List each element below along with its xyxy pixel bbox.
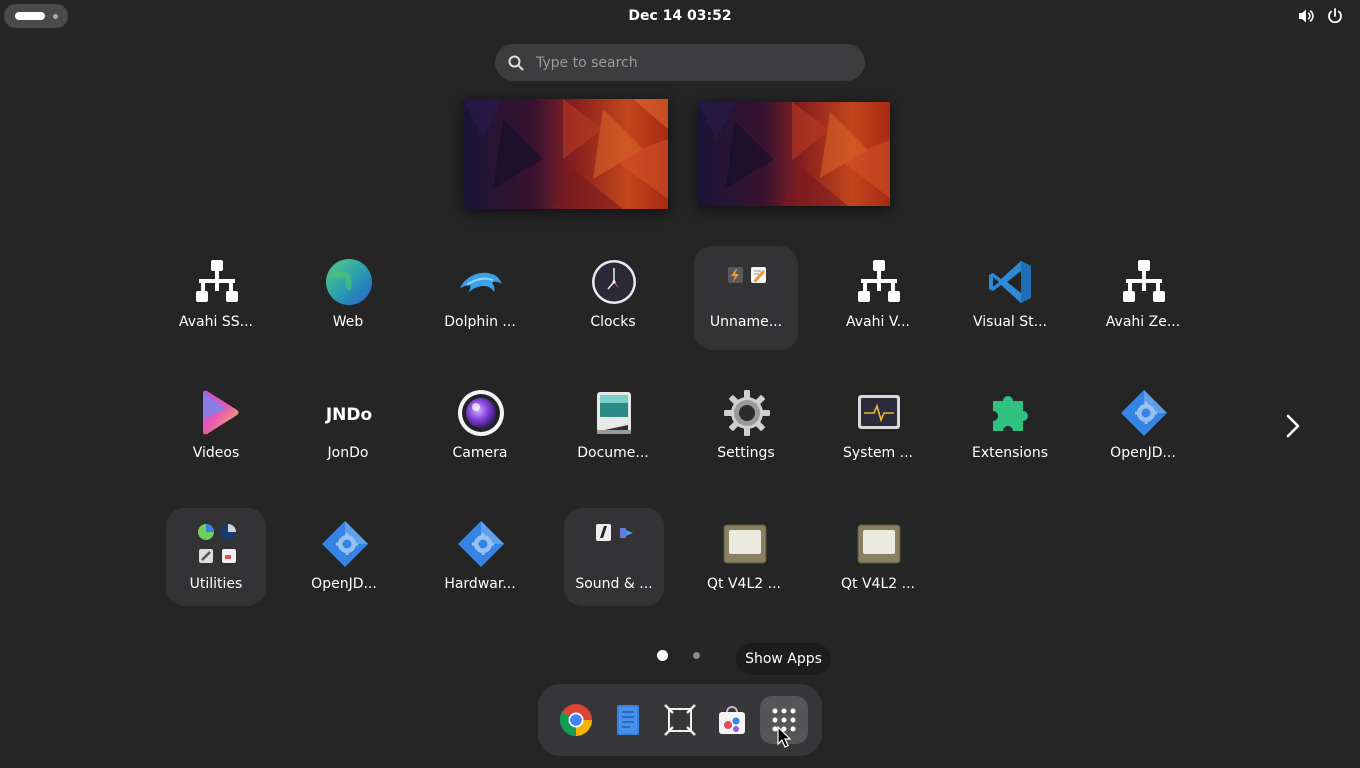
network-icon [193,258,241,306]
system-monitor-icon [855,389,903,437]
app-label: Docume... [577,445,649,461]
web-globe-icon [325,258,373,306]
openjdk-icon [1120,389,1168,437]
app-avahi-zeroconf[interactable]: Avahi Ze... [1091,246,1195,350]
app-avahi-vnc[interactable]: Avahi V... [826,246,930,350]
app-document-scanner[interactable]: Docume... [561,377,665,481]
app-label: Extensions [971,445,1049,461]
app-label: Dolphin ... [444,314,516,330]
page-dot-1[interactable] [657,650,668,661]
clock[interactable]: Dec 14 03:52 [0,6,1360,26]
hardware-icon [457,520,505,568]
app-label: OpenJD... [1110,445,1176,461]
power-icon[interactable] [1326,7,1344,25]
app-label: Sound & ... [575,576,653,592]
show-apps-tooltip: Show Apps [736,643,831,675]
chrome-icon [559,704,592,736]
app-camera[interactable]: Camera [428,377,532,481]
app-clocks[interactable]: Clocks [561,246,665,350]
search-input[interactable] [536,44,846,81]
search-icon [507,54,525,72]
camera-icon [457,389,505,437]
openjdk-icon [321,520,369,568]
app-label: OpenJD... [311,576,377,592]
app-settings[interactable]: Settings [694,377,798,481]
app-avahi-ssh[interactable]: Avahi SS... [164,246,268,350]
videos-icon [193,389,241,437]
app-label: Qt V4L2 ... [707,576,781,592]
app-label: Avahi SS... [179,314,253,330]
jondo-icon: JNDo [325,389,373,437]
folder-icon [193,520,241,568]
app-label: Videos [192,445,240,461]
app-label: Qt V4L2 ... [841,576,915,592]
folder-utilities[interactable]: Utilities [166,508,266,606]
qt-v4l2-icon [721,520,769,568]
app-label: Hardwar... [444,576,516,592]
app-label: Avahi V... [846,314,910,330]
folder-sound-video[interactable]: Sound & ... [564,508,664,606]
network-icon [855,258,903,306]
text-editor-icon [617,705,639,735]
app-label: System ... [842,445,913,461]
app-hardware[interactable]: Hardwar... [428,508,532,612]
network-icon [1120,258,1168,306]
app-web[interactable]: Web [296,246,400,350]
jondo-logo-text: JNDo [325,405,372,425]
app-label: JonDo [327,445,369,461]
workspace-thumbnail-2[interactable] [698,102,890,206]
folder-icon [723,258,771,306]
app-extensions[interactable]: Extensions [958,377,1062,481]
app-openjdk-2[interactable]: OpenJD... [292,508,396,612]
page-dot-2[interactable] [693,652,700,659]
app-label: Avahi Ze... [1105,314,1181,330]
dolphin-icon [457,258,505,306]
app-label: Utilities [189,576,243,592]
app-openjdk[interactable]: OpenJD... [1091,377,1195,481]
qt-v4l2-icon [855,520,903,568]
app-system-monitor[interactable]: System ... [826,377,930,481]
volume-icon[interactable] [1297,7,1315,25]
app-jondo[interactable]: JNDo JonDo [296,377,400,481]
software-store-icon [719,706,745,734]
app-qt-v4l2-test-1[interactable]: Qt V4L2 ... [692,508,796,612]
app-label: Web [332,314,364,330]
dock-chrome[interactable] [552,696,600,744]
dock-text-editor[interactable] [604,696,652,744]
folder-icon [591,520,639,568]
app-label: Visual St... [973,314,1047,330]
dock-software-store[interactable] [708,696,756,744]
vscode-icon [987,258,1035,306]
workspace-thumbnail-1[interactable] [463,99,668,209]
next-page-arrow[interactable] [1280,412,1306,440]
app-label: Unname... [709,314,783,330]
folder-unnamed[interactable]: Unname... [694,246,798,350]
search-box[interactable] [495,44,865,81]
dock-screenshot[interactable] [656,696,704,744]
clock-icon [590,258,638,306]
app-visual-studio-code[interactable]: Visual St... [958,246,1062,350]
screenshot-icon [664,704,696,736]
mouse-cursor-icon [777,725,792,748]
app-dolphin[interactable]: Dolphin ... [428,246,532,350]
document-scanner-icon [590,389,638,437]
app-label: Clocks [590,314,636,330]
app-label: Settings [717,445,775,461]
puzzle-icon [987,389,1035,437]
gear-icon [723,389,771,437]
app-qt-v4l2-test-2[interactable]: Qt V4L2 ... [826,508,930,612]
app-videos[interactable]: Videos [164,377,268,481]
app-label: Camera [452,445,508,461]
